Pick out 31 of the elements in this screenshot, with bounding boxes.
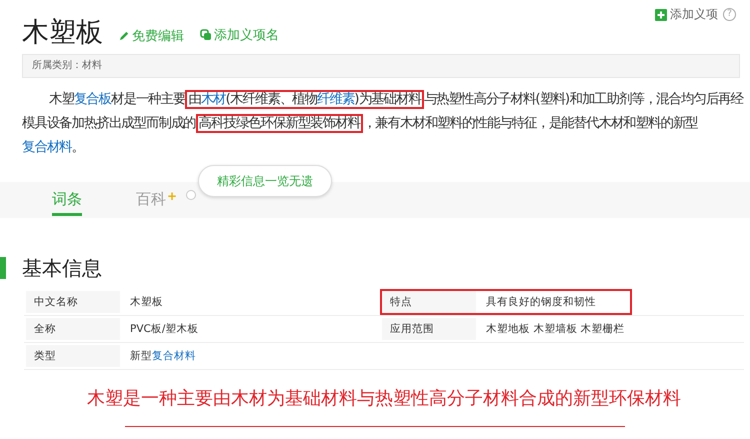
section-heading: 基本信息 <box>22 254 102 282</box>
copy-icon <box>200 29 212 41</box>
section-marker-icon <box>0 257 6 279</box>
table-cell: 全称 <box>26 318 120 340</box>
tab[interactable]: 词条 <box>52 190 82 216</box>
table-cell-text: PVC板/塑木板 <box>129 322 200 337</box>
table-cell-text: 木塑地板 木塑墙板 木塑栅栏 <box>485 322 626 337</box>
table-cell: 特点 <box>382 291 476 313</box>
pencil-icon <box>119 30 130 41</box>
text-link[interactable]: 纤维素 <box>317 92 354 107</box>
action-link[interactable]: 免费编辑 <box>119 26 184 44</box>
table-cell: 应用范围 <box>382 318 476 340</box>
caption: 木塑是一种主要由木材为基础材料与热塑性高分子材料合成的新型环保材料 <box>87 387 681 410</box>
text-link[interactable]: 复合材料 <box>152 350 196 362</box>
table-cell: 类型 <box>26 345 120 367</box>
table-cell: 中文名称 <box>26 291 120 313</box>
page-title: 木塑板 <box>22 16 103 50</box>
text-link[interactable]: 复合板 <box>74 92 112 107</box>
table-cell-text: 具有良好的钢度和韧性 <box>485 295 597 310</box>
table-cell-text: 新型复合材料 <box>129 349 197 364</box>
plus-mark: + <box>167 190 178 202</box>
category-bar: 所属类别：材料 <box>22 54 740 78</box>
action-link[interactable]: 添加义项名 <box>200 26 279 44</box>
table-cell-text: 木塑板 <box>129 295 164 310</box>
text-link[interactable]: 木材 <box>200 92 226 107</box>
summary-paragraph: 木塑复合板材是一种主要 由木材(木纤维素、植物纤维素)为基础材料 与热塑性高分子材料(塑料)和加工助剂等，混合均匀后再经模具设备加热挤出成型而制成的 高科技绿色环保新型装饰材料 ，兼有木材和塑料的性能与特征，是能替代木材和塑料的新型 复合材料。 <box>22 89 745 157</box>
add-icon <box>655 8 667 20</box>
text-link[interactable]: 复合材料 <box>22 140 72 155</box>
tab[interactable]: 百科 <box>136 190 166 215</box>
add-sense-link[interactable]: 添加义项 <box>670 6 718 23</box>
tooltip-bubble: 精彩信息一览无遗 <box>198 165 332 197</box>
